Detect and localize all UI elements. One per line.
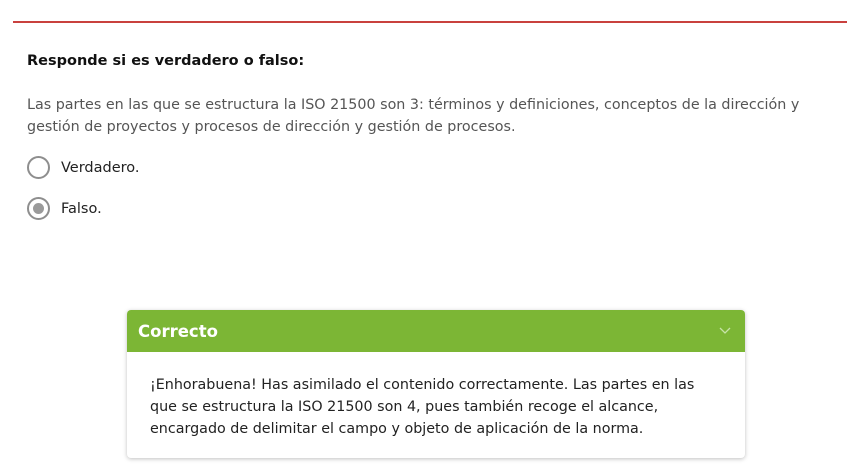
option-verdadero[interactable]: Verdadero. (27, 156, 140, 179)
chevron-down-icon[interactable] (717, 323, 733, 339)
feedback-body: ¡Enhorabuena! Has asimilado el contenido… (150, 377, 695, 437)
top-divider (13, 21, 847, 23)
feedback-panel: Correcto ¡Enhorabuena! Has asimilado el … (127, 310, 745, 458)
option-label-verdadero: Verdadero. (61, 159, 140, 176)
question-text: Las partes en las que se estructura la I… (27, 97, 800, 135)
radio-verdadero[interactable] (27, 156, 50, 179)
option-falso[interactable]: Falso. (27, 197, 102, 220)
quiz-page: Responde si es verdadero o falso: Las pa… (0, 0, 862, 470)
radio-falso[interactable] (27, 197, 50, 220)
feedback-header[interactable]: Correcto (127, 310, 745, 352)
option-label-falso: Falso. (61, 200, 102, 217)
question-title: Responde si es verdadero o falso: (27, 53, 305, 69)
feedback-title: Correcto (138, 321, 218, 341)
